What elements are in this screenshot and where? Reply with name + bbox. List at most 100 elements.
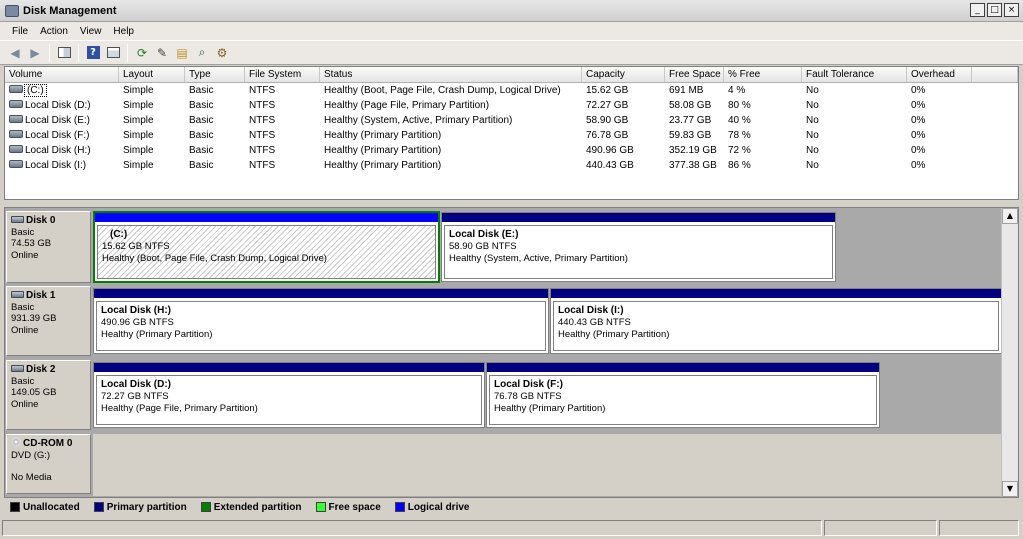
toolbar-separator [127,43,128,62]
refresh-icon[interactable]: ⟳ [133,44,151,62]
open-icon[interactable]: ▤ [173,44,191,62]
menu-view[interactable]: View [74,26,108,37]
table-cell: 72.27 GB [586,100,629,111]
table-row[interactable]: Local Disk (E:) Simple Basic NTFS Healthy (S… [5,113,1018,128]
table-row[interactable]: Local Disk (D:) Simple Basic NTFS Healthy (P… [5,98,1018,113]
partition-status: Healthy (Boot, Page File, Crash Dump, Lo… [102,253,327,264]
column-overhead[interactable]: Overhead [907,67,972,82]
disk-0-label[interactable]: Disk 0 Basic 74.53 GB Online [6,211,91,283]
partition-d[interactable]: Local Disk (D:) 72.27 GB NTFS Healthy (P… [93,362,485,428]
title-bar: Disk Management _ □ × [0,0,1023,22]
menu-bar: File Action View Help [0,22,1023,40]
back-arrow-icon[interactable]: ◀ [6,44,24,62]
disk-size: 74.53 GB [11,238,52,249]
table-cell: Local Disk (F:) [5,128,119,143]
console-tree-icon[interactable] [55,44,73,62]
cdrom-0-label[interactable]: CD-ROM 0 DVD (G:) No Media [6,434,91,494]
table-cell: 86 % [728,160,751,171]
disk-2-label[interactable]: Disk 2 Basic 149.05 GB Online [6,360,91,430]
column-percent-free[interactable]: % Free [724,67,802,82]
partition-h[interactable]: Local Disk (H:) 490.96 GB NTFS Healthy (… [93,288,549,354]
table-cell: No [806,115,819,126]
table-cell: (C:) [5,83,119,98]
column-file-system[interactable]: File System [245,67,320,82]
table-cell: 80 % [728,100,751,111]
table-cell: 0% [911,145,926,156]
volume-name: Local Disk (I:) [25,160,87,171]
legend-label: Logical drive [407,501,470,513]
table-row[interactable]: Local Disk (F:) Simple Basic NTFS Healthy (P… [5,128,1018,143]
minimize-button[interactable]: _ [970,3,985,17]
disk-state: No Media [11,472,52,483]
disk-1-label[interactable]: Disk 1 Basic 931.39 GB Online [6,286,91,356]
volume-drive-icon [9,160,23,169]
table-cell: NTFS [249,130,276,141]
table-row[interactable]: (C:) Simple Basic NTFS Healthy (Boot, Page F… [5,83,1018,98]
table-cell: 23.77 GB [669,115,712,126]
column-layout[interactable]: Layout [119,67,185,82]
column-type[interactable]: Type [185,67,245,82]
disk-pane-scrollbar[interactable]: ▲ ▼ [1001,208,1018,497]
partition-e[interactable]: Local Disk (E:) 58.90 GB NTFS Healthy (S… [441,212,836,282]
legend-extended-partition: Extended partition [200,502,302,513]
table-cell: No [806,130,819,141]
volume-drive-icon [9,85,23,94]
table-cell: Basic [189,160,214,171]
table-cell: 78 % [728,130,751,141]
partition-status: Healthy (Page File, Primary Partition) [101,403,258,414]
volume-name: Local Disk (H:) [25,145,91,156]
partition-size: 58.90 GB NTFS [449,241,517,252]
toolbar: ◀ ▶ ? ⟳ ✎ ▤ ⌕ ⚙ [0,40,1023,65]
partition-status: Healthy (Primary Partition) [101,329,213,340]
table-cell: NTFS [249,100,276,111]
disk-type: Basic [11,301,35,313]
column-free-space[interactable]: Free Space [665,67,724,82]
column-fault-tolerance[interactable]: Fault Tolerance [802,67,907,82]
partition-size: 490.96 GB NTFS [101,317,174,328]
scroll-down-button[interactable]: ▼ [1002,481,1018,497]
disk-state: Online [11,249,39,261]
maximize-button[interactable]: □ [987,3,1002,17]
volume-drive-icon [9,115,23,124]
column-capacity[interactable]: Capacity [582,67,665,82]
menu-action[interactable]: Action [34,26,74,37]
logical-drive-bar [95,213,438,222]
partition-i[interactable]: Local Disk (I:) 440.43 GB NTFS Healthy (… [550,288,1002,354]
primary-partition-bar [551,289,1001,298]
toolbar-separator [78,43,79,62]
volume-name: Local Disk (E:) [25,115,91,126]
scroll-up-button[interactable]: ▲ [1002,208,1018,224]
export-icon[interactable]: ✎ [153,44,171,62]
column-volume[interactable]: Volume [5,67,119,82]
disk-name: Disk 0 [26,215,56,226]
settings-icon[interactable]: ⚙ [213,44,231,62]
table-cell: Simple [123,100,154,111]
status-cell-main [2,520,822,536]
table-cell: No [806,145,819,156]
table-cell: Basic [189,145,214,156]
table-cell: 0% [911,85,926,96]
table-row[interactable]: Local Disk (I:) Simple Basic NTFS Healthy (P… [5,158,1018,173]
volume-list[interactable]: Volume Layout Type File System Status Ca… [4,66,1019,200]
status-cell [939,520,1019,536]
table-row[interactable]: Local Disk (H:) Simple Basic NTFS Healthy (P… [5,143,1018,158]
table-cell: 377.38 GB [669,160,717,171]
menu-help[interactable]: Help [107,26,140,37]
volume-drive-icon [9,145,23,154]
pane-splitter[interactable] [0,200,1023,207]
menu-file[interactable]: File [6,26,34,37]
column-status[interactable]: Status [320,67,582,82]
close-button[interactable]: × [1004,3,1019,17]
partition-status: Healthy (Primary Partition) [494,403,606,414]
forward-arrow-icon[interactable]: ▶ [26,44,44,62]
table-cell: 0% [911,160,926,171]
search-icon[interactable]: ⌕ [193,44,211,62]
table-cell: 58.90 GB [586,115,629,126]
partition-f[interactable]: Local Disk (F:) 76.78 GB NTFS Healthy (P… [486,362,880,428]
help-icon[interactable]: ? [84,44,102,62]
properties-icon[interactable] [104,44,122,62]
table-cell: 40 % [728,115,751,126]
table-cell: 0% [911,115,926,126]
partition-c[interactable]: (C:) 15.62 GB NTFS Healthy (Boot, Page F… [93,211,440,283]
table-cell: NTFS [249,160,276,171]
